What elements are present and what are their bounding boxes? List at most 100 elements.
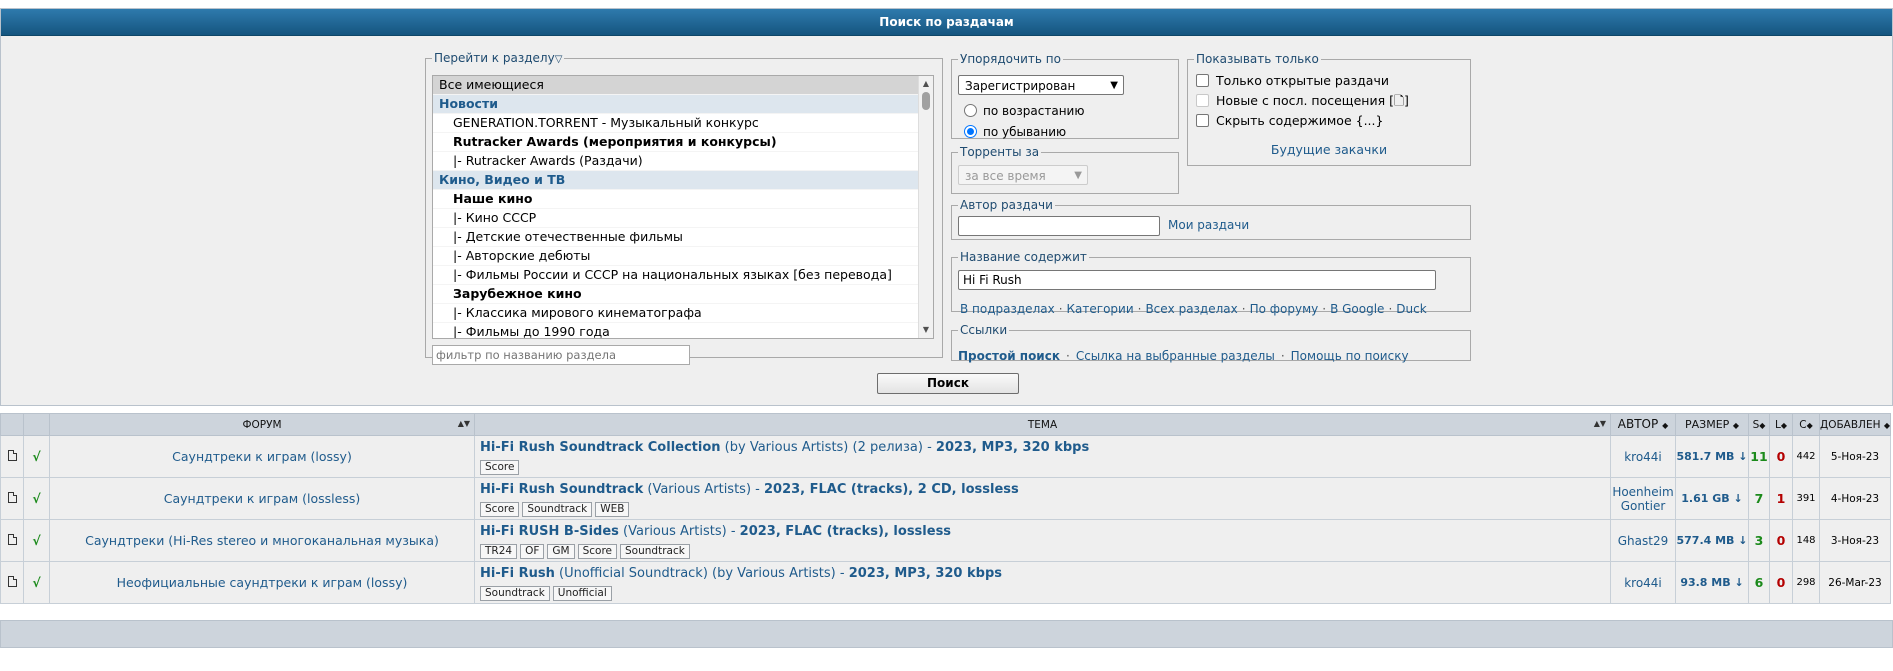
new-since-checkbox[interactable]	[1196, 94, 1209, 107]
col-icon	[0, 413, 24, 436]
tag-badge[interactable]: OF	[520, 543, 545, 559]
forum-option[interactable]: Наше кино	[433, 190, 933, 209]
period-select[interactable]: за все время ▼	[958, 165, 1088, 185]
col-seeds[interactable]: S◆	[1748, 413, 1770, 436]
tag-badge[interactable]: Score	[577, 543, 618, 559]
topic-title-spec[interactable]: 2023, FLAC (tracks), lossless	[740, 524, 951, 539]
topic-title-note[interactable]: (by Various Artists) (2 релиза) -	[721, 440, 936, 455]
forum-link[interactable]: Саундтреки к играм (lossy)	[172, 449, 352, 464]
author-link[interactable]: Hoenheim Gontier	[1612, 485, 1673, 513]
radio-asc[interactable]	[964, 104, 977, 117]
tag-badge[interactable]: Score	[480, 501, 520, 517]
forum-option[interactable]: |- Кино СССР	[433, 209, 933, 228]
order-select[interactable]: Зарегистрирован ▼	[958, 75, 1124, 95]
forum-option[interactable]: |- Фильмы России и СССР на национальных …	[433, 266, 933, 285]
tag-badge[interactable]: GM	[547, 543, 575, 559]
forum-option[interactable]: Все имеющиеся	[433, 76, 933, 95]
topic-title-note[interactable]: (Unofficial Soundtrack) (by Various Arti…	[555, 566, 849, 581]
title-legend: Название содержит	[960, 250, 1087, 264]
my-torrents-link[interactable]: Мои раздачи	[1168, 218, 1249, 232]
tag-badge[interactable]: WEB	[595, 501, 630, 517]
forum-category-option[interactable]: Новости	[433, 95, 933, 114]
topic-title[interactable]: Hi-Fi Rush Soundtrack (Various Artists) …	[480, 481, 1610, 498]
tag-badge[interactable]: Unofficial	[552, 585, 612, 601]
forum-option[interactable]: Зарубежное кино	[433, 285, 933, 304]
author-link[interactable]: kro44i	[1624, 576, 1662, 590]
topic-title-main[interactable]: Hi-Fi Rush Soundtrack	[480, 482, 643, 497]
topic-title-main[interactable]: Hi-Fi Rush Soundtrack Collection	[480, 440, 721, 455]
col-topic[interactable]: ТЕМА ▲▼	[474, 413, 1611, 436]
title-input[interactable]: Hi Fi Rush	[958, 270, 1436, 290]
forum-filter-input[interactable]	[432, 345, 690, 365]
leech-cell: 0	[1769, 519, 1793, 562]
download-link[interactable]: 581.7 MB ↓	[1676, 450, 1747, 463]
topic-title-spec[interactable]: 2023, MP3, 320 kbps	[936, 440, 1089, 455]
col-leech[interactable]: L◆	[1769, 413, 1793, 436]
forum-option[interactable]: Rutracker Awards (мероприятия и конкурсы…	[433, 133, 933, 152]
future-downloads-link[interactable]: Будущие закачки	[1188, 142, 1470, 157]
scroll-up-arrow-icon[interactable]: ▲	[919, 78, 933, 90]
period-fieldset: Торренты за за все время ▼	[951, 145, 1179, 194]
forum-listbox[interactable]: Все имеющиеся Новости GENERATION.TORRENT -…	[432, 75, 934, 339]
filter-icon[interactable]: ▽	[555, 54, 563, 65]
simple-search-link[interactable]: Простой поиск	[958, 349, 1060, 363]
download-link[interactable]: 93.8 MB ↓	[1680, 576, 1743, 589]
tag-badge[interactable]: Soundtrack	[620, 543, 690, 559]
title-search-link[interactable]: По форуму	[1250, 302, 1319, 316]
scroll-down-arrow-icon[interactable]: ▼	[919, 324, 933, 336]
tag-badge[interactable]: Soundtrack	[522, 501, 593, 517]
scroll-thumb[interactable]	[922, 92, 930, 110]
col-forum[interactable]: ФОРУМ ▲▼	[49, 413, 475, 436]
author-input[interactable]	[958, 216, 1160, 236]
new-since-checkbox-row[interactable]: Новые с посл. посещения [🗋]	[1196, 92, 1409, 110]
asc-label: по возрастанию	[983, 104, 1085, 118]
topic-title-spec[interactable]: 2023, FLAC (tracks), 2 CD, lossless	[764, 482, 1019, 497]
author-link[interactable]: Ghast29	[1618, 534, 1668, 548]
col-author[interactable]: АВТОР ◆	[1610, 413, 1676, 436]
search-button[interactable]: Поиск	[877, 373, 1019, 394]
download-link[interactable]: 1.61 GB ↓	[1681, 492, 1742, 505]
topic-title-spec[interactable]: 2023, MP3, 320 kbps	[849, 566, 1002, 581]
forum-option[interactable]: |- Rutracker Awards (Раздачи)	[433, 152, 933, 171]
open-only-checkbox[interactable]	[1196, 74, 1209, 87]
open-only-checkbox-row[interactable]: Только открытые раздачи	[1196, 72, 1389, 90]
col-size[interactable]: РАЗМЕР ◆	[1675, 413, 1749, 436]
author-link[interactable]: kro44i	[1624, 450, 1662, 464]
title-search-link[interactable]: В подразделах	[960, 302, 1055, 316]
order-asc-radio[interactable]: по возрастанию	[964, 103, 1084, 119]
title-search-link[interactable]: Duck	[1396, 302, 1426, 316]
sort-icon: ◆	[1883, 420, 1890, 430]
title-search-link[interactable]: Всех разделах	[1145, 302, 1237, 316]
topic-title[interactable]: Hi-Fi Rush Soundtrack Collection (by Var…	[480, 439, 1610, 456]
search-help-link[interactable]: Помощь по поиску	[1291, 349, 1409, 363]
tag-badge[interactable]: TR24	[480, 543, 518, 559]
forum-link[interactable]: Саундтреки (Hi-Res stereo и многоканальн…	[85, 533, 439, 548]
forum-option[interactable]: |- Фильмы до 1990 года	[433, 323, 933, 338]
forum-option[interactable]: GENERATION.TORRENT - Музыкальный конкурс	[433, 114, 933, 133]
title-search-link[interactable]: Категории	[1067, 302, 1134, 316]
tag-badge[interactable]: Soundtrack	[480, 585, 550, 601]
order-desc-radio[interactable]: по убыванию	[964, 124, 1066, 140]
tag-badge[interactable]: Score	[480, 459, 520, 475]
topic-title[interactable]: Hi-Fi Rush (Unofficial Soundtrack) (by V…	[480, 565, 1610, 582]
topic-title-main[interactable]: Hi-Fi Rush	[480, 566, 555, 581]
topic-title-note[interactable]: (Various Artists) -	[619, 524, 740, 539]
forum-category-option[interactable]: Кино, Видео и ТВ	[433, 171, 933, 190]
topic-title[interactable]: Hi-Fi RUSH B-Sides (Various Artists) - 2…	[480, 523, 1610, 540]
download-link[interactable]: 577.4 MB ↓	[1676, 534, 1747, 547]
hide-content-checkbox-row[interactable]: Скрыть содержимое {...}	[1196, 112, 1383, 130]
title-search-link[interactable]: В Google	[1330, 302, 1384, 316]
forum-link[interactable]: Неофициальные саундтреки к играм (lossy)	[117, 575, 408, 590]
topic-title-main[interactable]: Hi-Fi RUSH B-Sides	[480, 524, 619, 539]
hide-content-checkbox[interactable]	[1196, 114, 1209, 127]
forum-option[interactable]: |- Классика мирового кинематографа	[433, 304, 933, 323]
forum-list-scrollbar[interactable]: ▲ ▼	[918, 76, 933, 338]
radio-desc[interactable]	[964, 125, 977, 138]
forum-link[interactable]: Саундтреки к играм (lossless)	[164, 491, 360, 506]
topic-title-note[interactable]: (Various Artists) -	[643, 482, 764, 497]
forum-option[interactable]: |- Детские отечественные фильмы	[433, 228, 933, 247]
col-added[interactable]: ДОБАВЛЕН ◆	[1819, 413, 1891, 436]
forum-option[interactable]: |- Авторские дебюты	[433, 247, 933, 266]
col-completed[interactable]: С◆	[1792, 413, 1820, 436]
selected-forums-link[interactable]: Ссылка на выбранные разделы	[1076, 349, 1275, 363]
